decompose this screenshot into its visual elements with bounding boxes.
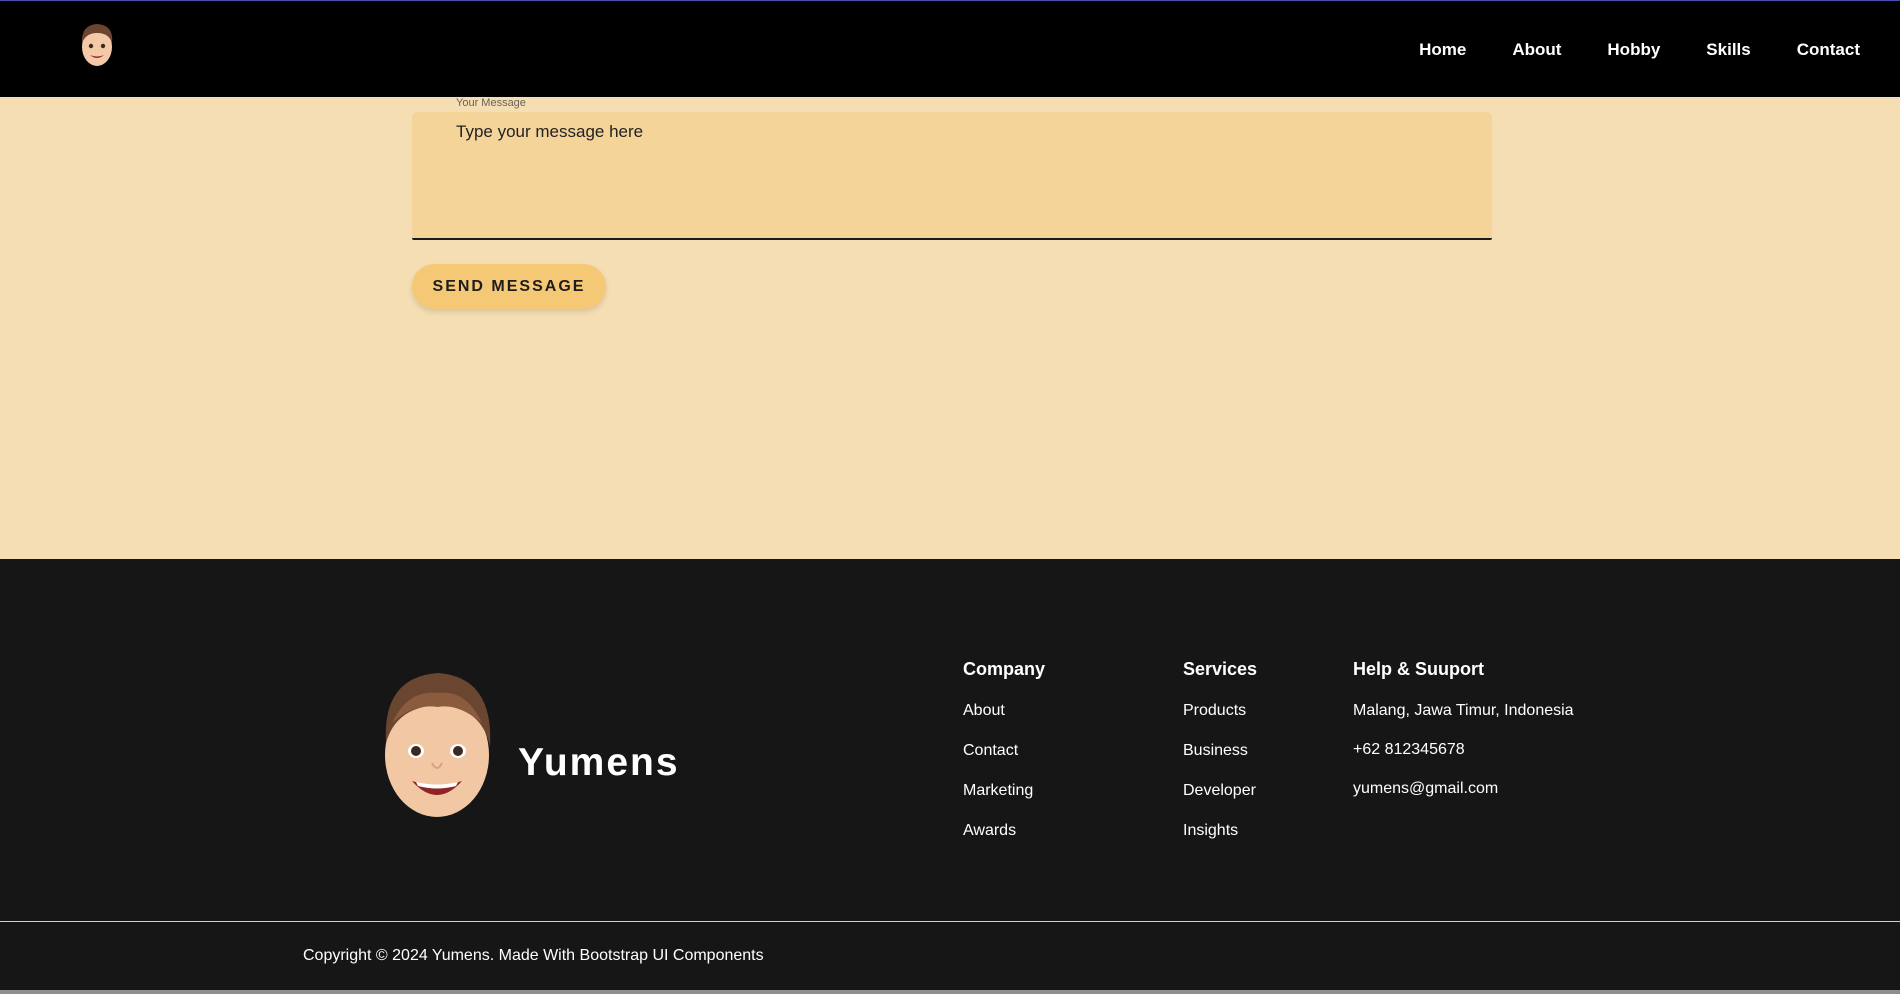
services-heading: Services	[1183, 659, 1258, 679]
footer-link-business[interactable]: Business	[1183, 741, 1257, 781]
nav-links: Home About Hobby Skills Contact	[1373, 1, 1860, 98]
copyright-bar: Copyright © 2024 Yumens. Made With Boots…	[0, 921, 1900, 994]
nav-skills-link[interactable]: Skills	[1706, 40, 1750, 60]
footer-company-column: Company About Contact Marketing Awards	[963, 659, 1045, 861]
memoji-avatar-icon[interactable]	[76, 19, 118, 71]
contact-section: Your Message SEND MESSAGE	[0, 97, 1900, 559]
footer-link-products[interactable]: Products	[1183, 701, 1257, 741]
footer-address: Malang, Jawa Timur, Indonesia	[1353, 702, 1574, 719]
memoji-avatar-icon	[385, 673, 491, 817]
footer-link-awards[interactable]: Awards	[963, 821, 1045, 861]
footer-services-column: Services Products Business Developer Ins…	[1183, 659, 1257, 861]
footer-link-developer[interactable]: Developer	[1183, 781, 1257, 821]
copyright-text: Copyright © 2024 Yumens. Made With Boots…	[303, 947, 764, 964]
navbar: Home About Hobby Skills Contact	[0, 0, 1900, 97]
message-label: Your Message	[456, 97, 526, 109]
send-message-button[interactable]: SEND MESSAGE	[412, 264, 606, 309]
help-heading: Help & Suuport	[1353, 659, 1484, 679]
nav-hobby-link[interactable]: Hobby	[1607, 40, 1660, 60]
nav-about-link[interactable]: About	[1512, 40, 1561, 60]
bottom-divider	[0, 990, 1900, 994]
footer-link-about[interactable]: About	[963, 701, 1045, 741]
footer-email: yumens@gmail.com	[1353, 780, 1499, 797]
footer-link-marketing[interactable]: Marketing	[963, 781, 1045, 821]
message-textarea[interactable]	[412, 112, 1492, 240]
footer-link-contact[interactable]: Contact	[963, 741, 1045, 781]
brand-name: Yumens	[518, 741, 680, 784]
footer-help-column: Help & Suuport Malang, Jawa Timur, Indon…	[1353, 659, 1574, 818]
footer-link-insights[interactable]: Insights	[1183, 821, 1257, 861]
footer: Yumens Company About Contact Marketing A…	[0, 559, 1900, 921]
nav-contact-link[interactable]: Contact	[1797, 40, 1860, 60]
company-heading: Company	[963, 659, 1046, 679]
nav-home-link[interactable]: Home	[1419, 40, 1466, 60]
footer-phone: +62 812345678	[1353, 741, 1465, 758]
